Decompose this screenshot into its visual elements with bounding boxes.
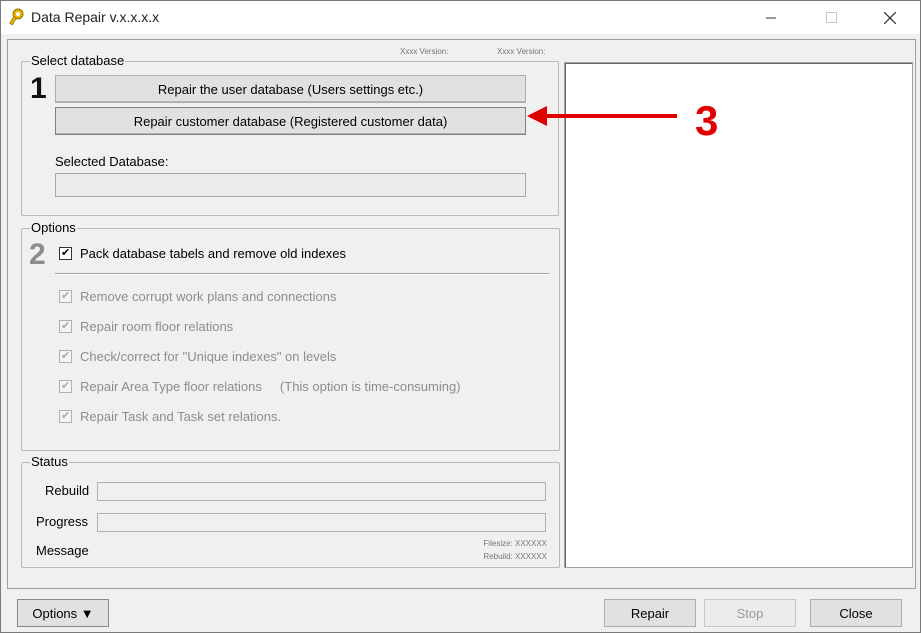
client-area: Xxxx Version: Xxxx Version: Select datab… <box>2 34 919 632</box>
selected-database-field <box>55 173 526 197</box>
area-type-floor-checkbox <box>59 379 72 393</box>
option-label: Remove corrupt work plans and connection… <box>80 289 337 304</box>
version-label-2: Xxxx Version: <box>497 47 546 56</box>
pack-database-checkbox-row[interactable]: Pack database tabels and remove old inde… <box>59 246 346 261</box>
message-label: Message <box>36 543 89 558</box>
options-legend: Options <box>30 220 77 235</box>
options-dropdown-button[interactable]: Options ▼ <box>17 599 109 627</box>
stop-button: Stop <box>704 599 796 627</box>
option-item: Remove corrupt work plans and connection… <box>59 289 337 304</box>
option-item: Repair Task and Task set relations. <box>59 409 281 424</box>
select-database-legend: Select database <box>30 53 126 68</box>
pack-database-label: Pack database tabels and remove old inde… <box>80 246 346 261</box>
selected-database-label: Selected Database: <box>55 154 169 169</box>
rebuild-label: Rebuild <box>45 483 90 498</box>
minimize-button[interactable] <box>748 1 794 34</box>
remove-corrupt-checkbox <box>59 289 72 303</box>
version-label-1: Xxxx Version: <box>400 47 449 56</box>
title-bar: Data Repair v.x.x.x.x <box>1 1 920 34</box>
repair-room-floor-checkbox <box>59 319 72 333</box>
progress-bar <box>97 513 546 532</box>
task-set-checkbox <box>59 409 72 423</box>
step-number-1: 1 <box>30 72 47 105</box>
repair-customer-database-button[interactable]: Repair customer database (Registered cus… <box>55 107 526 135</box>
main-panel: Xxxx Version: Xxxx Version: Select datab… <box>7 39 916 589</box>
repair-button[interactable]: Repair <box>604 599 696 627</box>
option-label: Repair Area Type floor relations (This o… <box>80 379 461 394</box>
option-label: Check/correct for "Unique indexes" on le… <box>80 349 337 364</box>
progress-label: Progress <box>36 514 89 529</box>
option-item: Repair room floor relations <box>59 319 233 334</box>
option-label: Repair room floor relations <box>80 319 234 334</box>
close-button[interactable]: Close <box>810 599 902 627</box>
app-window: Data Repair v.x.x.x.x Xxxx Version: Xxxx… <box>0 0 921 633</box>
option-item: Repair Area Type floor relations (This o… <box>59 379 461 394</box>
option-label: Repair Task and Task set relations. <box>80 409 282 424</box>
options-divider <box>55 273 549 275</box>
annotation-arrow-icon <box>527 106 677 126</box>
status-legend: Status <box>30 454 69 469</box>
annotation-number: 3 <box>695 97 719 144</box>
options-group: Options 2 Pack database tabels and remov… <box>21 220 560 451</box>
unique-indexes-checkbox <box>59 349 72 363</box>
step-number-2: 2 <box>29 238 46 271</box>
status-group: Status Rebuild Progress Message Filesize… <box>21 454 560 568</box>
option-item: Check/correct for "Unique indexes" on le… <box>59 349 336 364</box>
log-panel <box>564 62 913 568</box>
rebuild-info: Rebuild: XXXXXX <box>483 552 547 561</box>
close-window-button[interactable] <box>867 1 913 34</box>
repair-user-database-button[interactable]: Repair the user database (Users settings… <box>55 75 526 103</box>
key-icon <box>8 8 26 26</box>
window-title: Data Repair v.x.x.x.x <box>31 9 160 25</box>
rebuild-progress-bar <box>97 482 546 501</box>
filesize-info: Filesize: XXXXXX <box>483 539 547 548</box>
bottom-toolbar: Options ▼ Repair Stop Close <box>2 591 919 632</box>
maximize-button[interactable] <box>808 1 854 34</box>
pack-database-checkbox[interactable] <box>59 246 72 260</box>
select-database-group: Select database 1 Repair the user databa… <box>21 53 559 216</box>
